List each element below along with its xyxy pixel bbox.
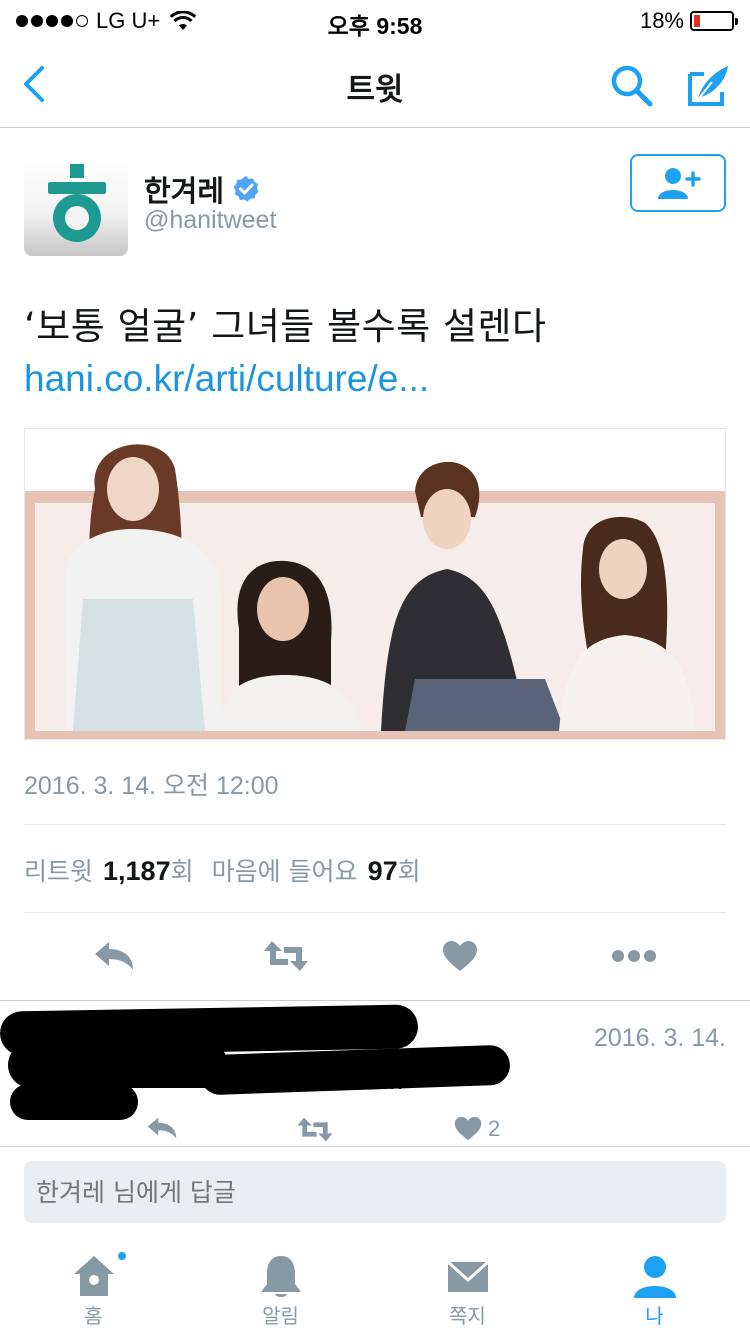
- author-name[interactable]: 한겨레: [144, 168, 260, 210]
- add-user-icon: [658, 168, 701, 199]
- home-icon: [73, 1256, 114, 1296]
- tab-me[interactable]: 나: [561, 1236, 748, 1334]
- like-button[interactable]: [434, 930, 486, 982]
- status-time: 오후 9:58: [327, 13, 423, 39]
- reply-icon[interactable]: [146, 1116, 178, 1140]
- media-photo-illustration: [65, 444, 695, 731]
- tweet-timestamp: 2016. 3. 14. 오전 12:00: [24, 772, 279, 800]
- tweet-media-image[interactable]: [24, 428, 726, 740]
- hankyoreh-logo: [48, 164, 106, 242]
- reply-icon: [95, 942, 133, 970]
- heart-icon[interactable]: [454, 1116, 482, 1141]
- tweet-actions: [0, 930, 750, 982]
- reply-date: 2016. 3. 14.: [593, 1024, 726, 1052]
- tab-messages[interactable]: 쪽지: [374, 1236, 561, 1334]
- author-avatar[interactable]: [24, 160, 128, 256]
- divider: [24, 824, 726, 825]
- bell-icon: [260, 1256, 301, 1297]
- battery-percent: 18%: [639, 8, 684, 33]
- tab-home[interactable]: 홈: [0, 1236, 187, 1334]
- like-count-suffix: 회: [397, 857, 421, 886]
- person-icon: [633, 1256, 676, 1298]
- tab-label-messages: 쪽지: [449, 1304, 486, 1328]
- compose-tweet-icon[interactable]: [682, 60, 734, 112]
- reply-button[interactable]: [88, 930, 140, 982]
- divider: [24, 912, 726, 913]
- battery-status: 18%: [639, 8, 738, 34]
- reply-actions: [0, 1112, 750, 1148]
- verified-badge-icon: [233, 176, 259, 202]
- redaction-scribble: [8, 1042, 228, 1088]
- retweet-icon: [264, 941, 308, 971]
- like-stat-label: 마음에 들어요: [211, 857, 358, 886]
- tweet-text: ‘보통 얼굴’ 그녀들 볼수록 설렌다: [24, 305, 547, 348]
- tab-bar: 홈 알림 쪽지 나: [0, 1236, 750, 1334]
- tab-notifications[interactable]: 알림: [187, 1236, 374, 1334]
- tab-label-me: 나: [645, 1304, 664, 1328]
- status-bar: LG U+ 오후 9:58 18%: [0, 0, 750, 40]
- search-icon[interactable]: [606, 60, 658, 112]
- reply-like-count: 2: [488, 1116, 501, 1141]
- envelope-icon: [446, 1260, 489, 1292]
- retweet-count-suffix: 회: [170, 857, 194, 886]
- reply-input[interactable]: [24, 1161, 726, 1223]
- navigation-bar: 트윗: [0, 40, 750, 128]
- tweet-stats: 리트윗 1,187 회 마음에 들어요 97 회: [24, 852, 421, 888]
- battery-icon: [690, 11, 738, 31]
- tab-label-home: 홈: [84, 1304, 103, 1328]
- tweet-link[interactable]: hani.co.kr/arti/culture/e...: [24, 358, 429, 400]
- author-display-name: 한겨레: [144, 174, 225, 208]
- notification-dot: [116, 1250, 128, 1262]
- battery-level-fill: [694, 15, 700, 27]
- section-divider: [0, 1000, 750, 1001]
- heart-icon: [443, 941, 477, 971]
- retweet-icon[interactable]: [296, 1116, 334, 1143]
- tab-label-notifications: 알림: [262, 1304, 299, 1328]
- reply-bar: [0, 1146, 750, 1236]
- more-options-button[interactable]: [608, 930, 660, 982]
- retweet-button[interactable]: [260, 930, 312, 982]
- retweet-count[interactable]: 1,187: [103, 856, 171, 887]
- like-count[interactable]: 97: [368, 856, 398, 887]
- more-icon: [612, 950, 656, 962]
- redaction-scribble: [199, 1044, 511, 1096]
- author-handle[interactable]: @hanitweet: [144, 206, 276, 235]
- retweet-stat-label: 리트윗: [24, 857, 94, 886]
- follow-button[interactable]: [630, 154, 726, 212]
